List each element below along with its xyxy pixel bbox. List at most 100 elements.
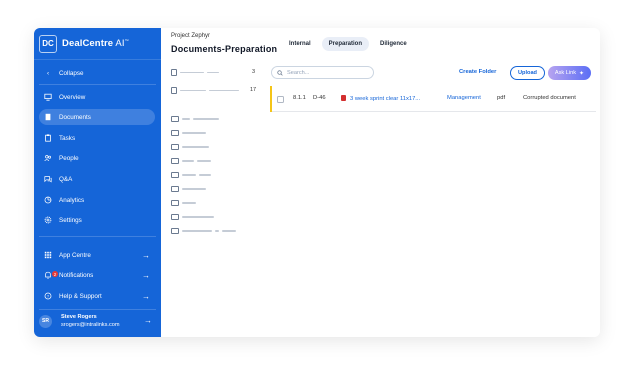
folder-row[interactable] [171, 158, 214, 164]
chart-icon [44, 196, 52, 204]
sidebar-divider [39, 236, 156, 237]
people-icon [44, 154, 52, 162]
app-window: DC DealCentre AI™ ‹ Collapse Overview Do… [34, 28, 600, 337]
collapse-button[interactable]: ‹ Collapse [39, 65, 155, 81]
document-stack-icon [171, 69, 177, 76]
row-highlight [270, 86, 272, 112]
sparkle-icon: ✦ [579, 70, 585, 77]
help-icon: ? [44, 292, 52, 300]
sidebar-item-notifications[interactable]: 2 Notifications → [39, 267, 155, 283]
user-email: srogers@intralinks.com [61, 322, 120, 328]
grid-icon [44, 251, 52, 259]
folder-row[interactable] [171, 116, 222, 122]
sidebar-item-overview[interactable]: Overview [39, 89, 155, 105]
breadcrumb[interactable]: Project Zephyr [171, 33, 210, 39]
doc-name-link[interactable]: 3 week sprint clear 11x17... [341, 95, 420, 102]
brand-name: DealCentre AI™ [62, 37, 129, 50]
folder-count: 17 [250, 87, 257, 93]
sidebar-item-label: Help & Support [59, 292, 102, 300]
search-placeholder: Search... [287, 69, 310, 76]
folder-row[interactable] [171, 144, 212, 150]
folder-icon [171, 200, 179, 206]
doc-status: Corrupted document [523, 95, 576, 101]
folder-row[interactable] [171, 130, 209, 136]
sidebar-item-label: Documents [59, 113, 91, 121]
avatar: SR [39, 314, 52, 328]
bell-icon: 2 [44, 271, 58, 279]
chat-icon [44, 175, 52, 183]
sidebar-item-people[interactable]: People [39, 150, 155, 166]
sidebar-item-label: Analytics [59, 196, 85, 204]
search-icon [277, 69, 283, 76]
chevron-left-icon: ‹ [46, 69, 50, 77]
sidebar-item-help[interactable]: ? Help & Support → [39, 288, 155, 304]
folder-open-icon [171, 144, 179, 150]
pdf-icon [341, 95, 346, 101]
sidebar-item-label: Q&A [59, 175, 73, 183]
row-checkbox[interactable] [277, 96, 284, 103]
folder-open-icon [171, 116, 179, 122]
tab-diligence[interactable]: Diligence [373, 37, 414, 51]
doc-index: 8.1.1 [293, 95, 306, 101]
monitor-icon [44, 93, 52, 101]
sidebar-item-analytics[interactable]: Analytics [39, 192, 155, 208]
trash-icon [171, 87, 177, 94]
sidebar-item-label: Overview [59, 93, 86, 101]
folder-row[interactable] [171, 214, 217, 220]
sidebar-item-settings[interactable]: Settings [39, 212, 155, 228]
gear-icon [44, 216, 52, 224]
folder-count: 3 [252, 69, 256, 75]
folder-row[interactable] [171, 200, 199, 206]
folder-icon [171, 130, 179, 136]
user-name: Steve Rogers [61, 314, 97, 320]
folder-row[interactable] [171, 228, 239, 234]
brand-logo: DC [39, 34, 57, 53]
doc-id: D-46 [313, 95, 326, 101]
folder-open-icon [171, 172, 179, 178]
sidebar-item-label: Settings [59, 216, 82, 224]
page-title: Documents-Preparation [171, 44, 278, 54]
folder-icon [171, 186, 179, 192]
sidebar-item-label: App Centre [59, 251, 91, 259]
ask-link-button[interactable]: Ask Link ✦ [548, 66, 591, 80]
folder-row[interactable] [171, 69, 222, 76]
clipboard-icon [44, 134, 52, 142]
folder-icon [171, 228, 179, 234]
arrow-right-icon: → [142, 270, 150, 280]
sidebar-item-qa[interactable]: Q&A [39, 171, 155, 187]
sidebar-item-label: Tasks [59, 134, 76, 142]
sidebar-item-app-centre[interactable]: App Centre → [39, 247, 155, 263]
ask-link-label: Ask Link [554, 70, 577, 76]
doc-category[interactable]: Management [447, 95, 481, 101]
document-icon [44, 113, 52, 121]
sidebar-item-documents[interactable]: Documents [39, 109, 155, 125]
main-content: Project Zephyr Documents-Preparation Int… [161, 28, 600, 337]
sidebar-item-tasks[interactable]: Tasks [39, 130, 155, 146]
tab-internal[interactable]: Internal [282, 37, 318, 51]
create-folder-button[interactable]: Create Folder [459, 69, 496, 75]
folder-row[interactable] [171, 186, 209, 192]
arrow-right-icon: → [142, 291, 150, 301]
table-row[interactable]: 8.1.1 D-46 3 week sprint clear 11x17... … [270, 86, 596, 112]
search-input[interactable]: Search... [271, 66, 374, 79]
sidebar-divider [39, 84, 156, 85]
folder-row[interactable] [171, 172, 214, 178]
user-profile[interactable]: SR Steve Rogers srogers@intralinks.com → [39, 314, 152, 328]
arrow-right-icon: → [144, 316, 152, 325]
collapse-label: Collapse [59, 69, 84, 77]
sidebar-item-label: Notifications [59, 271, 94, 279]
arrow-right-icon: → [142, 250, 150, 260]
doc-type: pdf [497, 95, 506, 101]
tab-bar: Internal Preparation Diligence [282, 37, 414, 51]
folder-icon [171, 214, 179, 220]
folder-row[interactable] [171, 87, 242, 94]
brand-header: DC DealCentre AI™ [34, 28, 161, 60]
notification-badge: 2 [52, 271, 58, 277]
sidebar: DC DealCentre AI™ ‹ Collapse Overview Do… [34, 28, 161, 337]
folder-icon [171, 158, 179, 164]
upload-button[interactable]: Upload [510, 66, 545, 80]
sidebar-item-label: People [59, 154, 79, 162]
svg-text:?: ? [47, 294, 50, 299]
tab-preparation[interactable]: Preparation [321, 37, 370, 51]
sidebar-divider [39, 309, 156, 310]
